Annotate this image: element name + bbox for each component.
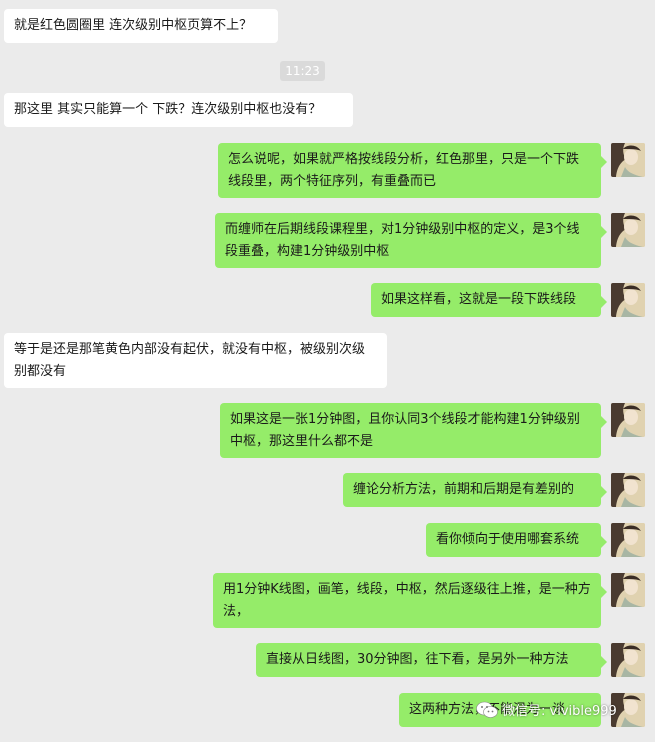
message-bubble-outgoing[interactable]: 而缠师在后期线段课程里，对1分钟级别中枢的定义，是3个线段重叠，构建1分钟级别中…	[215, 213, 607, 268]
message-bubble-incoming[interactable]: 那这里 其实只能算一个 下跌？连次级别中枢也没有？	[4, 93, 353, 127]
message-text: 看你倾向于使用哪套系统	[436, 532, 580, 547]
avatar[interactable]	[611, 143, 645, 177]
message-text: 缠论分析方法，前期和后期是有差别的	[353, 482, 575, 497]
timestamp-label: 11:23	[280, 61, 325, 81]
watermark-text: 微信号: vivible999	[502, 704, 617, 719]
message-text: 就是红色圆圈里 连次级别中枢页算不上？	[14, 18, 253, 33]
avatar[interactable]	[611, 573, 645, 607]
avatar[interactable]	[611, 213, 645, 247]
message-bubble-outgoing[interactable]: 直接从日线图，30分钟图，往下看，是另外一种方法	[256, 643, 607, 677]
message-text: 如果这样看，这就是一段下跌线段	[381, 292, 577, 307]
message-bubble-incoming[interactable]: 等于是还是那笔黄色内部没有起伏，就没有中枢，被级别次级别都没有	[4, 333, 387, 388]
message-bubble-outgoing[interactable]: 看你倾向于使用哪套系统	[426, 523, 607, 557]
user-avatar-painting-icon	[611, 523, 645, 557]
user-avatar-painting-icon	[611, 473, 645, 507]
user-avatar-painting-icon	[611, 283, 645, 317]
message-bubble-outgoing[interactable]: 如果这样看，这就是一段下跌线段	[371, 283, 607, 317]
watermark: 微信号: vivible999	[476, 700, 617, 719]
user-avatar-painting-icon	[611, 643, 645, 677]
message-bubble-outgoing[interactable]: 如果这是一张1分钟图，且你认同3个线段才能构建1分钟级别中枢，那这里什么都不是	[220, 403, 607, 458]
message-text: 直接从日线图，30分钟图，往下看，是另外一种方法	[266, 652, 569, 667]
user-avatar-painting-icon	[611, 403, 645, 437]
wechat-icon	[476, 701, 498, 718]
message-bubble-outgoing[interactable]: 缠论分析方法，前期和后期是有差别的	[343, 473, 607, 507]
avatar[interactable]	[611, 473, 645, 507]
avatar[interactable]	[611, 283, 645, 317]
message-text: 那这里 其实只能算一个 下跌？连次级别中枢也没有？	[14, 102, 322, 117]
avatar[interactable]	[611, 523, 645, 557]
avatar[interactable]	[611, 643, 645, 677]
user-avatar-painting-icon	[611, 213, 645, 247]
message-text: 怎么说呢，如果就严格按线段分析，红色那里，只是一个下跌线段里，两个特征序列，有重…	[228, 152, 580, 189]
message-bubble-incoming[interactable]: 就是红色圆圈里 连次级别中枢页算不上？	[4, 9, 278, 43]
message-text: 用1分钟K线图，画笔，线段，中枢，然后逐级往上推，是一种方法，	[223, 582, 591, 619]
user-avatar-painting-icon	[611, 143, 645, 177]
message-text: 等于是还是那笔黄色内部没有起伏，就没有中枢，被级别次级别都没有	[14, 342, 366, 379]
message-bubble-outgoing[interactable]: 用1分钟K线图，画笔，线段，中枢，然后逐级往上推，是一种方法，	[213, 573, 607, 628]
message-text: 而缠师在后期线段课程里，对1分钟级别中枢的定义，是3个线段重叠，构建1分钟级别中…	[225, 222, 580, 259]
avatar[interactable]	[611, 403, 645, 437]
message-bubble-outgoing[interactable]: 怎么说呢，如果就严格按线段分析，红色那里，只是一个下跌线段里，两个特征序列，有重…	[218, 143, 607, 198]
message-text: 如果这是一张1分钟图，且你认同3个线段才能构建1分钟级别中枢，那这里什么都不是	[230, 412, 580, 449]
user-avatar-painting-icon	[611, 573, 645, 607]
